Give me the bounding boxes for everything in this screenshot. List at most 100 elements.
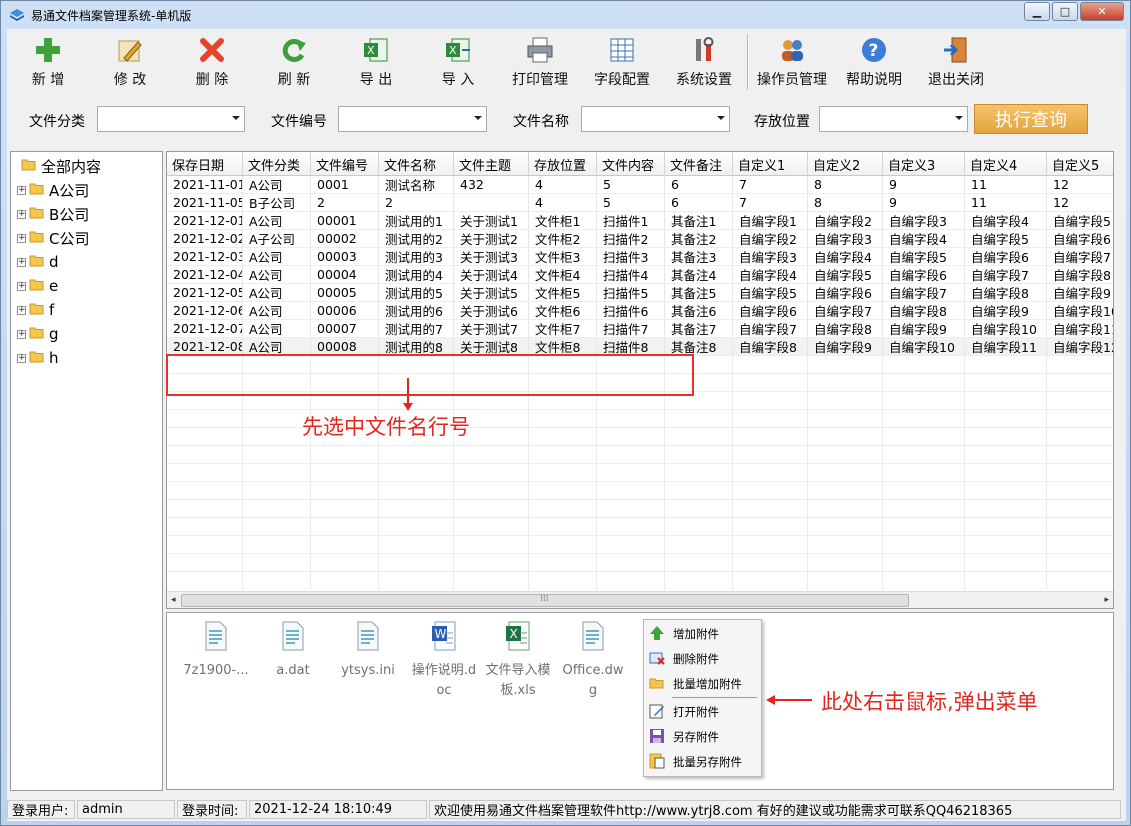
attachment-item[interactable]: X 文件导入模板.xls (481, 621, 555, 701)
refresh-button[interactable]: 刷 新 (253, 29, 335, 95)
number-combo[interactable] (338, 106, 487, 132)
help-button[interactable]: ? 帮助说明 (833, 29, 915, 95)
table-cell: 00006 (311, 302, 379, 320)
title-bar[interactable]: 易通文件档案管理系统-单机版 ▁ □ ✕ (1, 1, 1130, 29)
attachment-item[interactable]: Office.dwg (556, 621, 630, 701)
tree-node[interactable]: + A公司 (11, 178, 89, 202)
scroll-right-icon[interactable]: ▸ (1104, 595, 1109, 605)
exit-button[interactable]: 退出关闭 (915, 29, 997, 95)
table-cell: 其备注3 (665, 248, 733, 266)
table-row[interactable]: 2021-11-05 B子公司 2 2 4 5 6 7 8 9 11 12 (167, 194, 1113, 212)
attachment-item[interactable]: ytsys.ini (331, 621, 405, 681)
scroll-thumb[interactable]: ⁞⁞⁞ (181, 594, 909, 607)
table-cell: 测试用的1 (379, 212, 454, 230)
table-row[interactable]: 2021-12-07 A公司 00007 测试用的7 关于测试7 文件柜7 扫描件7 其备注7… (167, 320, 1113, 338)
menu-item[interactable]: 批量增加附件 (644, 672, 761, 696)
column-header[interactable]: 文件内容 (597, 152, 665, 176)
table-row[interactable]: 2021-12-01 A公司 00001 测试用的1 关于测试1 文件柜1 扫描件1 其备注1… (167, 212, 1113, 230)
tree-node[interactable]: + C公司 (11, 226, 89, 250)
attachment-item[interactable]: W 操作说明.doc (407, 621, 481, 701)
table-row[interactable]: 2021-12-06 A公司 00006 测试用的6 关于测试6 文件柜6 扫描件6 其备注6… (167, 302, 1113, 320)
category-combo[interactable] (97, 106, 245, 132)
expand-icon[interactable]: + (17, 353, 26, 363)
table-row[interactable]: 2021-12-03 A公司 00003 测试用的3 关于测试3 文件柜3 扫描件3 其备注3… (167, 248, 1113, 266)
delete-file-icon (644, 650, 673, 669)
table-cell: 2021-12-02 (167, 230, 243, 248)
table-cell: 自编字段7 (1047, 248, 1113, 266)
column-header[interactable]: 保存日期 (167, 152, 243, 176)
menu-item[interactable]: 另存附件 (644, 725, 761, 749)
name-combo[interactable] (581, 106, 730, 132)
tools-icon (689, 35, 719, 65)
tree-node[interactable]: + h (11, 346, 59, 370)
table-cell: 测试用的5 (379, 284, 454, 302)
expand-icon[interactable]: + (17, 185, 26, 195)
table-cell: 其备注6 (665, 302, 733, 320)
tree-node[interactable]: + g (11, 322, 59, 346)
tree-node[interactable]: + B公司 (11, 202, 89, 226)
expand-icon[interactable]: + (17, 257, 26, 267)
edit-button[interactable]: 修 改 (89, 29, 171, 95)
menu-item[interactable]: 增加附件 (644, 622, 761, 646)
attachment-item[interactable]: a.dat (256, 621, 330, 681)
table-cell (454, 194, 529, 212)
table-cell: 5 (597, 176, 665, 194)
menu-item[interactable]: 批量另存附件 (644, 750, 761, 774)
table-cell: 扫描件4 (597, 266, 665, 284)
tree-node[interactable]: + d (11, 250, 59, 274)
table-row[interactable]: 2021-11-01 A公司 0001 测试名称 432 4 5 6 7 8 9 11 12 (167, 176, 1113, 194)
column-header[interactable]: 自定义2 (808, 152, 883, 176)
table-row[interactable]: 2021-12-02 A子公司 00002 测试用的2 关于测试2 文件柜2 扫描件2 其备注… (167, 230, 1113, 248)
settings-button[interactable]: 系统设置 (663, 29, 745, 95)
table-cell: 扫描件2 (597, 230, 665, 248)
import-button[interactable]: X 导 入 (417, 29, 499, 95)
column-header[interactable]: 文件编号 (311, 152, 379, 176)
close-button[interactable]: ✕ (1080, 2, 1124, 21)
query-button[interactable]: 执行查询 (974, 104, 1088, 134)
column-header[interactable]: 自定义4 (965, 152, 1047, 176)
folder-icon (29, 205, 49, 224)
app-logo-icon (10, 9, 24, 21)
edit-document-icon (644, 703, 673, 722)
expand-icon[interactable]: + (17, 305, 26, 315)
user-label: 登录用户: (7, 800, 75, 819)
add-button[interactable]: 新 增 (7, 29, 89, 95)
menu-item[interactable]: 删除附件 (644, 647, 761, 671)
column-header[interactable]: 自定义1 (733, 152, 808, 176)
column-header[interactable]: 存放位置 (529, 152, 597, 176)
tree-node[interactable]: + f (11, 298, 54, 322)
tree-root[interactable]: 全部内容 (21, 154, 101, 178)
column-header[interactable]: 自定义3 (883, 152, 965, 176)
column-header[interactable]: 文件名称 (379, 152, 454, 176)
table-row[interactable]: 2021-12-04 A公司 00004 测试用的4 关于测试4 文件柜4 扫描件4 其备注4… (167, 266, 1113, 284)
tree-node[interactable]: + e (11, 274, 58, 298)
table-cell: 其备注2 (665, 230, 733, 248)
chevron-down-icon (717, 116, 725, 120)
print-button[interactable]: 打印管理 (499, 29, 581, 95)
operators-button[interactable]: 操作员管理 (751, 29, 833, 95)
table-row[interactable]: 2021-12-05 A公司 00005 测试用的5 关于测试5 文件柜5 扫描件5 其备注5… (167, 284, 1113, 302)
expand-icon[interactable]: + (17, 329, 26, 339)
column-header[interactable]: 文件主题 (454, 152, 529, 176)
scroll-left-icon[interactable]: ◂ (171, 595, 176, 605)
expand-icon[interactable]: + (17, 233, 26, 243)
column-header[interactable]: 自定义5 (1047, 152, 1113, 176)
table-cell: 测试用的6 (379, 302, 454, 320)
export-button[interactable]: X 导 出 (335, 29, 417, 95)
table-cell: B子公司 (243, 194, 311, 212)
column-header[interactable]: 文件分类 (243, 152, 311, 176)
maximize-button[interactable]: □ (1052, 2, 1078, 21)
table-cell: 00005 (311, 284, 379, 302)
folder-icon (29, 325, 49, 344)
delete-button[interactable]: 删 除 (171, 29, 253, 95)
column-header[interactable]: 文件备注 (665, 152, 733, 176)
expand-icon[interactable]: + (17, 209, 26, 219)
minimize-button[interactable]: ▁ (1024, 2, 1050, 21)
horizontal-scrollbar[interactable]: ◂ ⁞⁞⁞ ▸ (167, 591, 1113, 608)
attachment-item[interactable]: 7z1900-... (179, 621, 253, 681)
menu-item[interactable]: 打开附件 (644, 700, 761, 724)
fields-button[interactable]: 字段配置 (581, 29, 663, 95)
expand-icon[interactable]: + (17, 281, 26, 291)
location-combo[interactable] (819, 106, 968, 132)
table-cell: 2021-12-06 (167, 302, 243, 320)
